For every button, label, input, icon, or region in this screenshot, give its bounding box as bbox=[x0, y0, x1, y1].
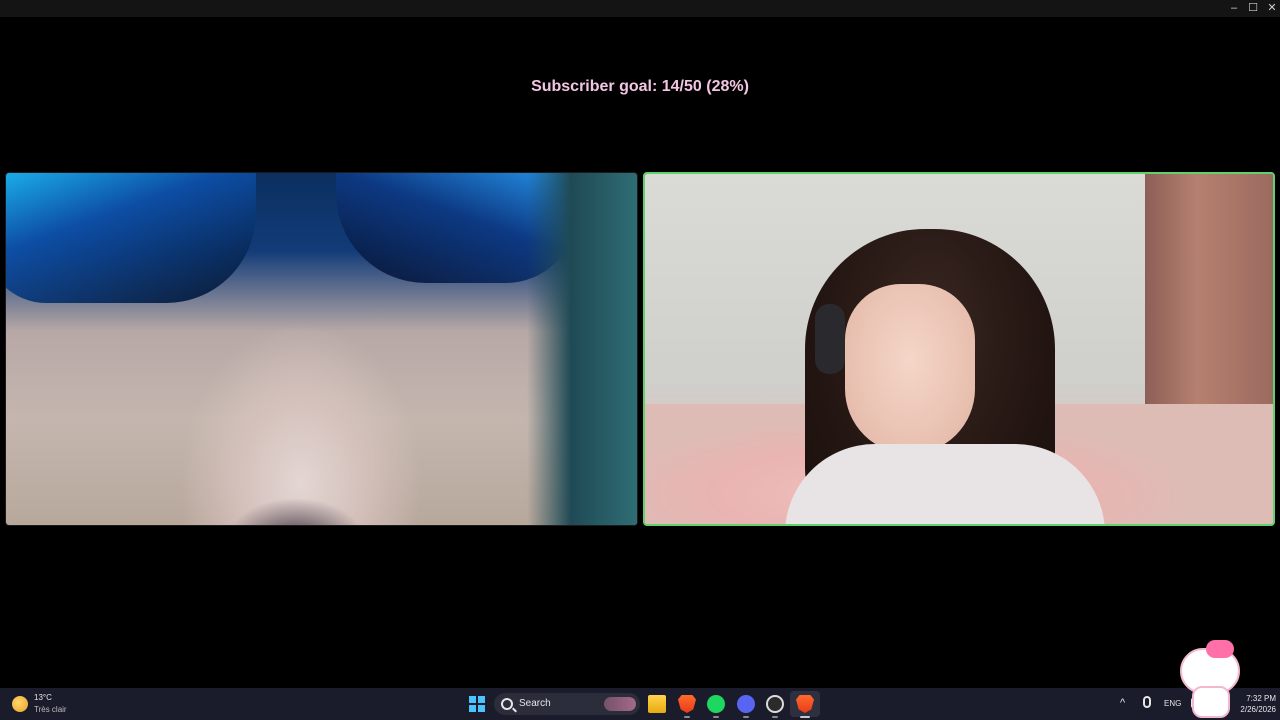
headset bbox=[815, 304, 845, 374]
search-label: Search bbox=[519, 698, 551, 709]
background-shadow bbox=[527, 173, 637, 525]
discord-icon[interactable] bbox=[737, 695, 755, 713]
window-title-bar: – ☐ ✕ bbox=[0, 0, 1280, 17]
active-indicator bbox=[800, 716, 810, 718]
curtain bbox=[1145, 174, 1273, 404]
running-indicator bbox=[684, 716, 690, 718]
video-tile-right-participant[interactable] bbox=[643, 172, 1275, 526]
weather-moon-icon bbox=[12, 696, 28, 712]
microphone-icon[interactable] bbox=[1143, 696, 1151, 708]
spotify-icon[interactable] bbox=[707, 695, 725, 713]
windows-logo-icon bbox=[478, 696, 485, 703]
brave-icon[interactable] bbox=[678, 695, 696, 713]
running-indicator bbox=[743, 716, 749, 718]
participant-face bbox=[845, 284, 975, 454]
start-button[interactable] bbox=[469, 696, 485, 712]
windows-logo-icon bbox=[469, 705, 476, 712]
obs-icon[interactable] bbox=[766, 695, 784, 713]
participant-shirt bbox=[785, 444, 1105, 524]
hello-kitty-sticker bbox=[1176, 640, 1242, 718]
windows-logo-icon bbox=[478, 705, 485, 712]
chevron-up-icon[interactable]: ^ bbox=[1120, 697, 1125, 709]
close-button[interactable]: ✕ bbox=[1262, 0, 1280, 17]
hello-kitty-bow bbox=[1206, 640, 1234, 658]
search-highlight-art bbox=[604, 697, 636, 711]
maximize-button[interactable]: ☐ bbox=[1243, 0, 1263, 17]
windows-logo-icon bbox=[469, 696, 476, 703]
hello-kitty-body bbox=[1192, 686, 1230, 718]
webcam-feed-right bbox=[645, 174, 1273, 524]
webcam-feed-left bbox=[6, 173, 637, 525]
video-tile-left-participant[interactable] bbox=[5, 172, 638, 526]
search-icon bbox=[501, 698, 513, 710]
running-indicator bbox=[713, 716, 719, 718]
taskbar-search-box[interactable]: Search bbox=[494, 693, 640, 715]
windows-taskbar: 13°C Très clair Search ^ ENG 7:32 PM 2/2… bbox=[0, 688, 1280, 720]
running-indicator bbox=[772, 716, 778, 718]
weather-temp: 13°C bbox=[34, 693, 52, 702]
file-explorer-icon[interactable] bbox=[648, 695, 666, 713]
weather-condition: Très clair bbox=[34, 705, 67, 714]
subscriber-goal-text: Subscriber goal: 14/50 (28%) bbox=[531, 78, 749, 95]
minimize-button[interactable]: – bbox=[1224, 0, 1244, 17]
sunglasses-left-lens bbox=[6, 173, 256, 303]
